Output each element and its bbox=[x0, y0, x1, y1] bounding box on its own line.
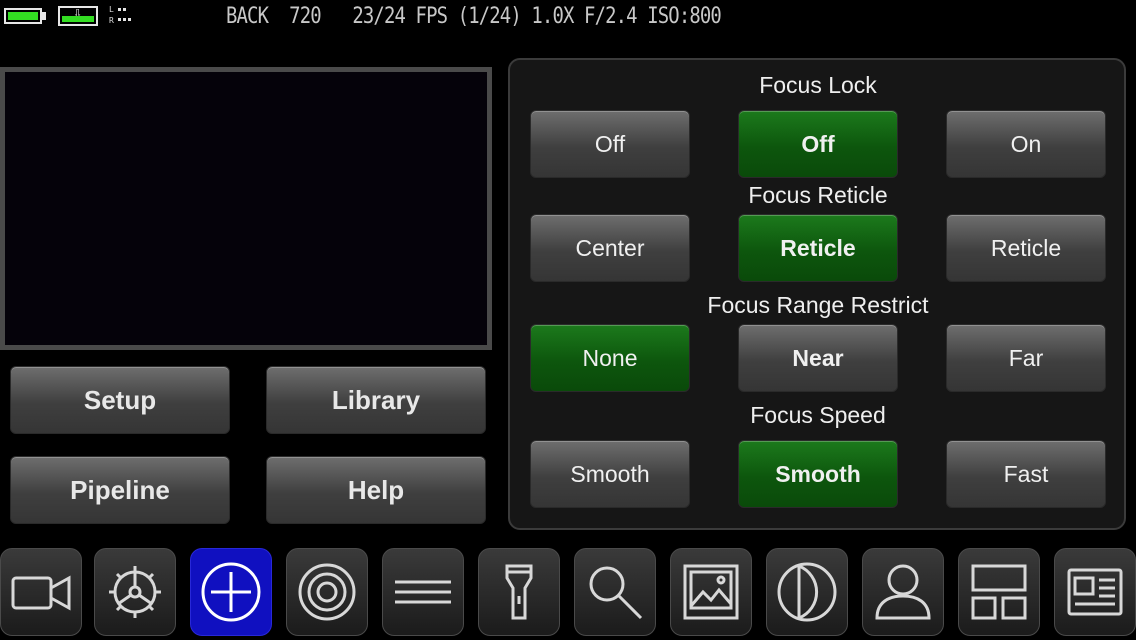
status-bar: ⇩ L R BACK 720 23/24 FPS (1/24) 1.0X F/2… bbox=[0, 0, 1136, 34]
focus-speed-option-1[interactable]: Smooth bbox=[530, 440, 690, 508]
focus-range-option-3[interactable]: Far bbox=[946, 324, 1106, 392]
menu-button[interactable] bbox=[382, 548, 464, 636]
flashlight-icon bbox=[505, 564, 533, 620]
camera-status-readout: BACK 720 23/24 FPS (1/24) 1.0X F/2.4 ISO… bbox=[226, 4, 722, 29]
focus-button[interactable] bbox=[190, 548, 272, 636]
focus-reticle-option-3[interactable]: Reticle bbox=[946, 214, 1106, 282]
person-button[interactable] bbox=[862, 548, 944, 636]
layout-icon bbox=[971, 564, 1027, 620]
battery-icon bbox=[4, 8, 42, 24]
settings-button[interactable] bbox=[94, 548, 176, 636]
focus-range-option-1[interactable]: None bbox=[530, 324, 690, 392]
storage-icon: ⇩ bbox=[58, 6, 98, 26]
video-camera-icon bbox=[11, 575, 71, 611]
focus-speed-option-2[interactable]: Smooth bbox=[738, 440, 898, 508]
focus-reticle-option-1[interactable]: Center bbox=[530, 214, 690, 282]
focus-reticle-heading: Focus Reticle bbox=[748, 182, 888, 208]
bottom-toolbar bbox=[0, 546, 1136, 640]
focus-reticle-option-2[interactable]: Reticle bbox=[738, 214, 898, 282]
focus-lock-option-1[interactable]: Off bbox=[530, 110, 690, 178]
image-icon bbox=[683, 564, 739, 620]
focus-range-heading: Focus Range Restrict bbox=[707, 292, 929, 318]
focus-range-option-2[interactable]: Near bbox=[738, 324, 898, 392]
person-icon bbox=[875, 564, 931, 620]
help-button[interactable]: Help bbox=[266, 456, 486, 524]
gear-icon bbox=[109, 566, 161, 618]
audio-meter-icon: L R bbox=[108, 5, 132, 29]
target-button[interactable] bbox=[286, 548, 368, 636]
layout-button[interactable] bbox=[958, 548, 1040, 636]
focus-speed-option-3[interactable]: Fast bbox=[946, 440, 1106, 508]
contrast-button[interactable] bbox=[766, 548, 848, 636]
menu-lines-icon bbox=[395, 580, 451, 604]
contrast-icon bbox=[777, 562, 837, 622]
focus-speed-heading: Focus Speed bbox=[750, 402, 886, 428]
zoom-button[interactable] bbox=[574, 548, 656, 636]
crosshair-icon bbox=[201, 562, 261, 622]
image-button[interactable] bbox=[670, 548, 752, 636]
pipeline-button[interactable]: Pipeline bbox=[10, 456, 230, 524]
target-icon bbox=[298, 563, 356, 621]
news-icon bbox=[1067, 568, 1123, 616]
flashlight-button[interactable] bbox=[478, 548, 560, 636]
focus-lock-option-3[interactable]: On bbox=[946, 110, 1106, 178]
focus-lock-heading: Focus Lock bbox=[759, 72, 877, 98]
video-camera-button[interactable] bbox=[0, 548, 82, 636]
magnifier-icon bbox=[589, 566, 643, 620]
news-button[interactable] bbox=[1054, 548, 1136, 636]
focus-lock-option-2[interactable]: Off bbox=[738, 110, 898, 178]
